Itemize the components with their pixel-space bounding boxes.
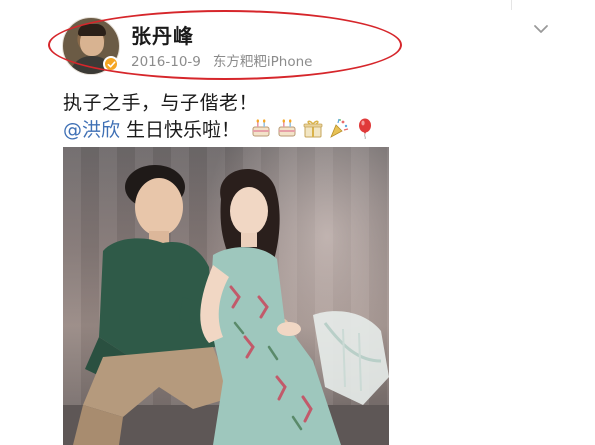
divider <box>511 0 512 10</box>
balloon-icon <box>359 118 372 139</box>
photo-couple-illustration <box>63 165 389 445</box>
post-source[interactable]: 东方粑粑iPhone <box>213 54 313 70</box>
verified-check-icon <box>107 60 115 68</box>
verified-badge-icon <box>103 56 119 72</box>
party-popper-icon <box>330 118 349 138</box>
gift-icon <box>303 120 323 138</box>
post-photo[interactable] <box>63 147 389 445</box>
username[interactable]: 张丹峰 <box>131 20 194 49</box>
post-meta: 2016-10-9 东方粑粑iPhone <box>131 50 312 70</box>
cake-icon <box>252 119 270 137</box>
emoji-row <box>250 117 376 139</box>
cake-icon <box>278 119 296 137</box>
post-date: 2016-10-9 <box>131 54 201 70</box>
weibo-post-card: 张丹峰 2016-10-9 东方粑粑iPhone 执子之手，与子偕老！ @洪欣 生… <box>0 0 595 445</box>
chevron-down-icon[interactable] <box>532 20 550 38</box>
greeting-text: 生日快乐啦！ <box>126 118 241 141</box>
avatar-hair <box>78 24 106 36</box>
post-text-line1: 执子之手，与子偕老！ <box>63 92 259 114</box>
mention-link[interactable]: @洪欣 <box>63 115 120 142</box>
post-text-line2: @洪欣 生日快乐啦！ <box>63 114 376 142</box>
